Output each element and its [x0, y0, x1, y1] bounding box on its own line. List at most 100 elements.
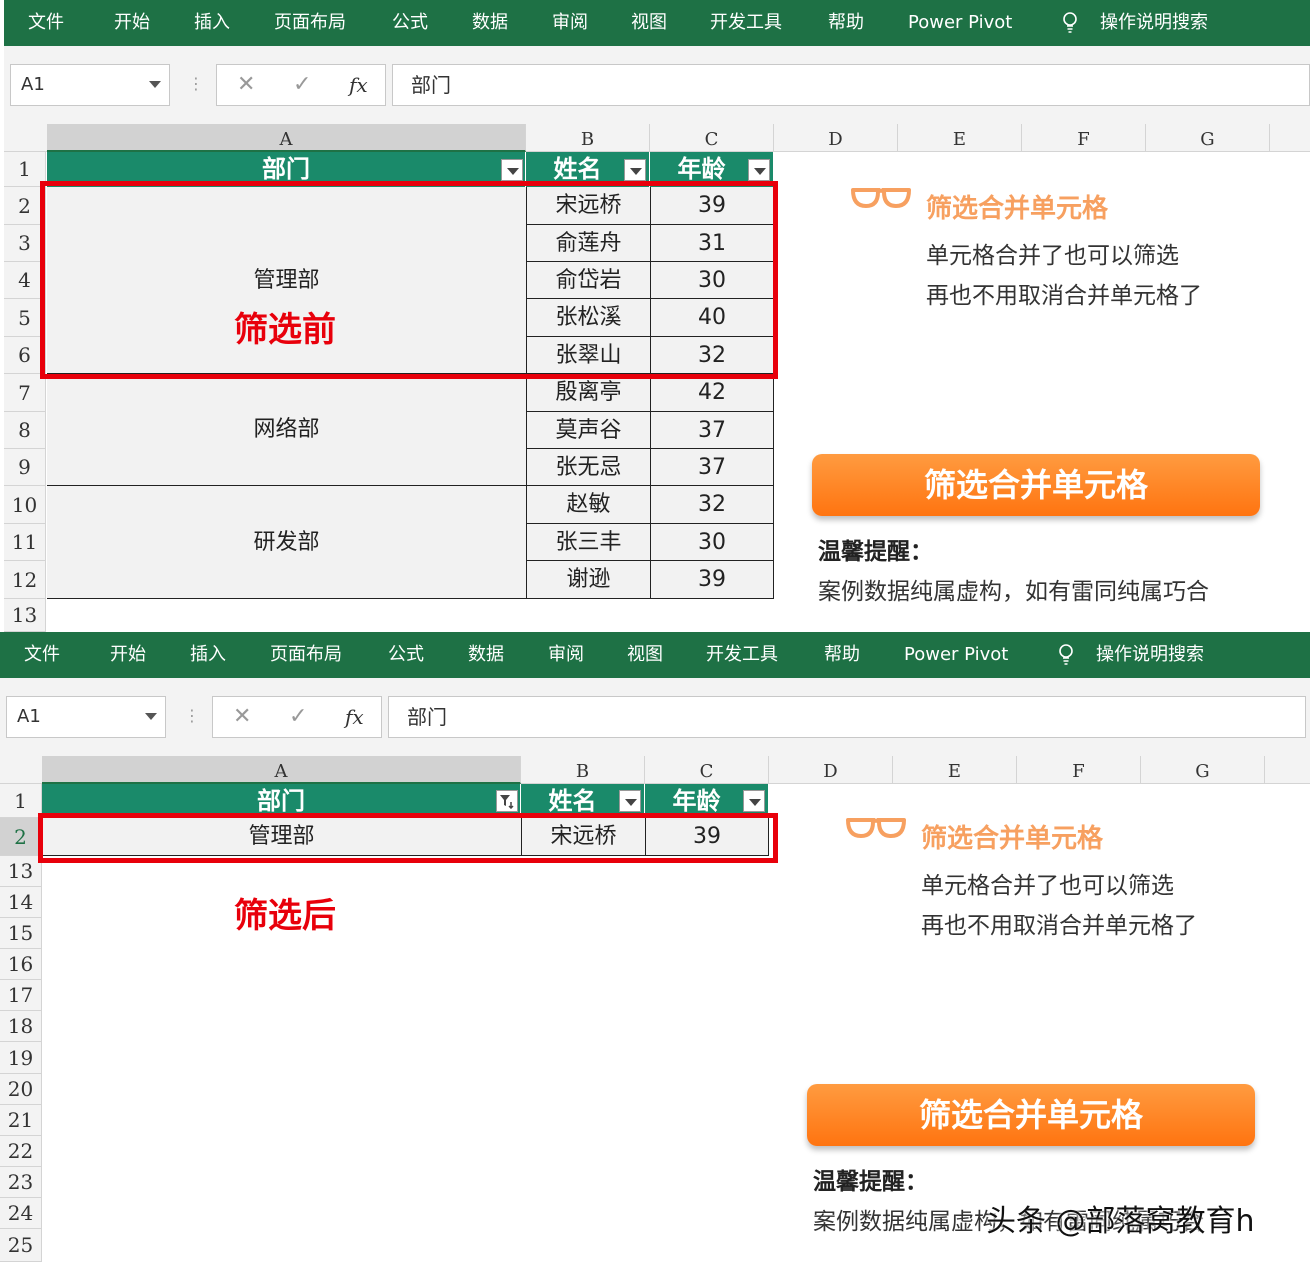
tab-data[interactable]: 数据: [472, 0, 508, 46]
tab-insert[interactable]: 插入: [194, 0, 230, 46]
excel-window-before: 文件 开始 插入 页面布局 公式 数据 审阅 视图 开发工具 帮助 Power …: [0, 0, 1310, 632]
tab-data[interactable]: 数据: [468, 632, 504, 678]
drag-handle-icon[interactable]: ⋮: [184, 706, 200, 725]
col-header-b[interactable]: B: [521, 756, 645, 784]
chevron-down-icon[interactable]: [149, 81, 161, 88]
col-header-g[interactable]: G: [1146, 124, 1270, 152]
tab-home[interactable]: 开始: [114, 0, 150, 46]
formula-input[interactable]: 部门: [392, 64, 1310, 106]
row-header-9[interactable]: 9: [4, 449, 46, 486]
cell-age[interactable]: 39: [650, 561, 774, 599]
col-header-a[interactable]: A: [42, 756, 521, 784]
row-header-24[interactable]: 24: [0, 1198, 42, 1229]
tab-formulas[interactable]: 公式: [388, 632, 424, 678]
col-header-d[interactable]: D: [769, 756, 893, 784]
cell-age[interactable]: 42: [650, 374, 774, 412]
row-header-1[interactable]: 1: [0, 784, 42, 818]
row-header-14[interactable]: 14: [0, 887, 42, 918]
merged-cell-dept[interactable]: 网络部: [47, 374, 526, 486]
cancel-icon[interactable]: ✕: [237, 65, 255, 105]
col-header-e[interactable]: E: [898, 124, 1022, 152]
cell-name[interactable]: 张无忌: [526, 449, 650, 486]
col-header-a[interactable]: A: [47, 124, 526, 152]
row-header-19[interactable]: 19: [0, 1042, 42, 1074]
col-header-c[interactable]: C: [650, 124, 774, 152]
row-header-2[interactable]: 2: [0, 818, 42, 856]
filter-dropdown-icon[interactable]: [748, 159, 770, 181]
tip-title: 温馨提醒：: [813, 1169, 928, 1195]
row-header-13[interactable]: 13: [0, 856, 42, 887]
drag-handle-icon[interactable]: ⋮: [188, 74, 204, 93]
row-header-20[interactable]: 20: [0, 1074, 42, 1105]
ribbon-tabs: 文件 开始 插入 页面布局 公式 数据 审阅 视图 开发工具 帮助 Power …: [4, 0, 1310, 46]
filter-dropdown-icon[interactable]: [624, 159, 646, 181]
cell-age[interactable]: 37: [650, 412, 774, 449]
cell-name[interactable]: 谢逊: [526, 561, 650, 599]
tab-file[interactable]: 文件: [24, 632, 60, 678]
enter-icon[interactable]: ✓: [293, 65, 311, 105]
filter-active-icon[interactable]: [496, 790, 518, 812]
enter-icon[interactable]: ✓: [289, 697, 307, 737]
row-header-17[interactable]: 17: [0, 980, 42, 1011]
col-header-d[interactable]: D: [774, 124, 898, 152]
tab-page-layout[interactable]: 页面布局: [270, 632, 342, 678]
row-header-8[interactable]: 8: [4, 412, 46, 449]
cell-name[interactable]: 殷离亭: [526, 374, 650, 412]
row-header-7[interactable]: 7: [4, 374, 46, 412]
tab-power-pivot[interactable]: Power Pivot: [908, 0, 1012, 46]
cell-age[interactable]: 37: [650, 449, 774, 486]
tip-title: 温馨提醒：: [818, 539, 933, 565]
tab-view[interactable]: 视图: [631, 0, 667, 46]
insert-function-icon[interactable]: fx: [345, 697, 364, 737]
name-box[interactable]: A1: [10, 64, 170, 106]
cell-age[interactable]: 30: [650, 524, 774, 561]
tab-help[interactable]: 帮助: [828, 0, 864, 46]
tab-developer[interactable]: 开发工具: [710, 0, 782, 46]
col-header-g[interactable]: G: [1141, 756, 1265, 784]
chevron-down-icon[interactable]: [145, 713, 157, 720]
tell-me-search[interactable]: 操作说明搜索: [1100, 0, 1208, 46]
col-header-f[interactable]: F: [1022, 124, 1146, 152]
name-box[interactable]: A1: [6, 696, 166, 738]
merged-cell-dept[interactable]: 研发部: [47, 486, 526, 599]
cancel-icon[interactable]: ✕: [233, 697, 251, 737]
filter-dropdown-icon[interactable]: [743, 790, 765, 812]
filter-dropdown-icon[interactable]: [619, 790, 641, 812]
tab-review[interactable]: 审阅: [552, 0, 588, 46]
tell-me-search[interactable]: 操作说明搜索: [1096, 632, 1204, 678]
tab-developer[interactable]: 开发工具: [706, 632, 778, 678]
tab-file[interactable]: 文件: [28, 0, 64, 46]
row-header-15[interactable]: 15: [0, 918, 42, 949]
tab-page-layout[interactable]: 页面布局: [274, 0, 346, 46]
tab-formulas[interactable]: 公式: [392, 0, 428, 46]
row-header-23[interactable]: 23: [0, 1167, 42, 1198]
row-header-13[interactable]: 13: [4, 599, 46, 632]
tab-help[interactable]: 帮助: [824, 632, 860, 678]
row-header-16[interactable]: 16: [0, 949, 42, 980]
col-header-c[interactable]: C: [645, 756, 769, 784]
col-header-e[interactable]: E: [893, 756, 1017, 784]
filter-merged-cells-button[interactable]: 筛选合并单元格: [807, 1084, 1255, 1146]
formula-input[interactable]: 部门: [388, 696, 1306, 738]
cell-age[interactable]: 32: [650, 486, 774, 524]
tab-insert[interactable]: 插入: [190, 632, 226, 678]
col-header-f[interactable]: F: [1017, 756, 1141, 784]
row-header-10[interactable]: 10: [4, 486, 46, 524]
filter-merged-cells-button[interactable]: 筛选合并单元格: [812, 454, 1260, 516]
tab-view[interactable]: 视图: [627, 632, 663, 678]
row-header-11[interactable]: 11: [4, 524, 46, 561]
col-header-b[interactable]: B: [526, 124, 650, 152]
row-header-12[interactable]: 12: [4, 561, 46, 599]
tab-power-pivot[interactable]: Power Pivot: [904, 632, 1008, 678]
cell-name[interactable]: 莫声谷: [526, 412, 650, 449]
tab-home[interactable]: 开始: [110, 632, 146, 678]
filter-dropdown-icon[interactable]: [501, 159, 523, 181]
row-header-22[interactable]: 22: [0, 1136, 42, 1167]
row-header-21[interactable]: 21: [0, 1105, 42, 1136]
cell-name[interactable]: 赵敏: [526, 486, 650, 524]
cell-name[interactable]: 张三丰: [526, 524, 650, 561]
tab-review[interactable]: 审阅: [548, 632, 584, 678]
row-header-18[interactable]: 18: [0, 1011, 42, 1042]
row-header-25[interactable]: 25: [0, 1229, 42, 1262]
insert-function-icon[interactable]: fx: [349, 65, 368, 105]
